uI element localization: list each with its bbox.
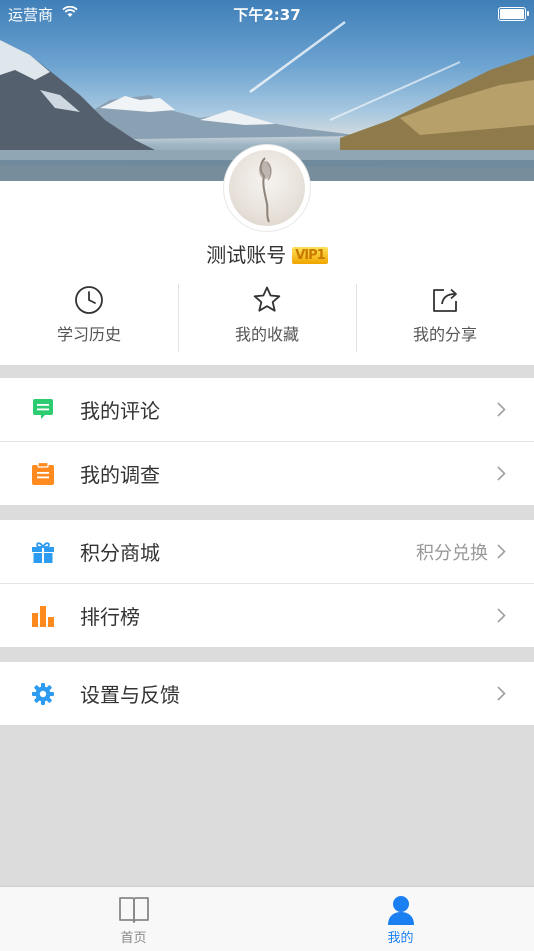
menu-item-comments[interactable]: 我的评论	[0, 378, 534, 441]
comment-icon	[33, 399, 53, 419]
menu-item-label: 设置与反馈	[80, 683, 180, 707]
tab-mine[interactable]: 我的	[267, 887, 534, 951]
chevron-right-icon	[497, 402, 506, 417]
username-row: 测试账号 VIP1	[0, 239, 534, 268]
quick-action-favorites[interactable]: 我的收藏	[178, 284, 356, 353]
quick-action-label: 我的收藏	[234, 325, 299, 344]
battery-icon	[498, 7, 529, 21]
quick-action-history[interactable]: 学习历史	[0, 285, 178, 353]
quick-action-label: 学习历史	[56, 325, 121, 344]
gift-icon	[32, 542, 54, 563]
menu-group-points: 积分商城 积分兑换 排行榜	[0, 520, 534, 647]
points-exchange-hint: 积分兑换	[416, 542, 488, 564]
clock: 下午2:37	[233, 6, 301, 24]
tab-home[interactable]: 首页	[0, 887, 267, 951]
menu-group-activity: 我的评论 我的调查	[0, 378, 534, 505]
avatar-image	[229, 150, 305, 226]
tab-bar: 首页 我的	[0, 886, 534, 951]
tab-label: 首页	[120, 931, 147, 946]
book-icon	[118, 897, 149, 923]
bar-chart-icon	[32, 606, 54, 627]
chevron-right-icon	[497, 608, 506, 623]
chevron-right-icon	[497, 686, 506, 701]
quick-action-label: 我的分享	[412, 325, 477, 344]
status-bar: 运营商 下午2:37	[0, 0, 534, 28]
menu-item-label: 我的调查	[80, 463, 160, 487]
gear-icon	[32, 683, 54, 705]
menu-item-label: 我的评论	[80, 399, 160, 423]
star-icon	[253, 286, 281, 312]
clipboard-icon	[32, 462, 54, 485]
clock-icon	[75, 286, 103, 314]
menu-item-surveys[interactable]: 我的调查	[0, 441, 534, 505]
avatar[interactable]	[224, 145, 310, 231]
quick-actions: 学习历史 我的收藏 我的分享	[0, 284, 534, 353]
username: 测试账号	[206, 243, 287, 267]
menu-item-label: 积分商城	[80, 541, 160, 565]
menu-item-leaderboard[interactable]: 排行榜	[0, 583, 534, 647]
chevron-right-icon	[497, 466, 506, 481]
share-icon	[433, 288, 457, 312]
menu-item-label: 排行榜	[80, 605, 140, 629]
menu-group-settings: 设置与反馈	[0, 662, 534, 725]
menu-item-settings[interactable]: 设置与反馈	[0, 662, 534, 725]
person-icon	[387, 896, 414, 925]
tab-label: 我的	[387, 931, 414, 946]
quick-action-shares[interactable]: 我的分享	[356, 284, 534, 353]
menu-item-points-mall[interactable]: 积分商城 积分兑换	[0, 520, 534, 583]
vip-badge: VIP1	[292, 247, 328, 264]
chevron-right-icon	[497, 544, 506, 559]
